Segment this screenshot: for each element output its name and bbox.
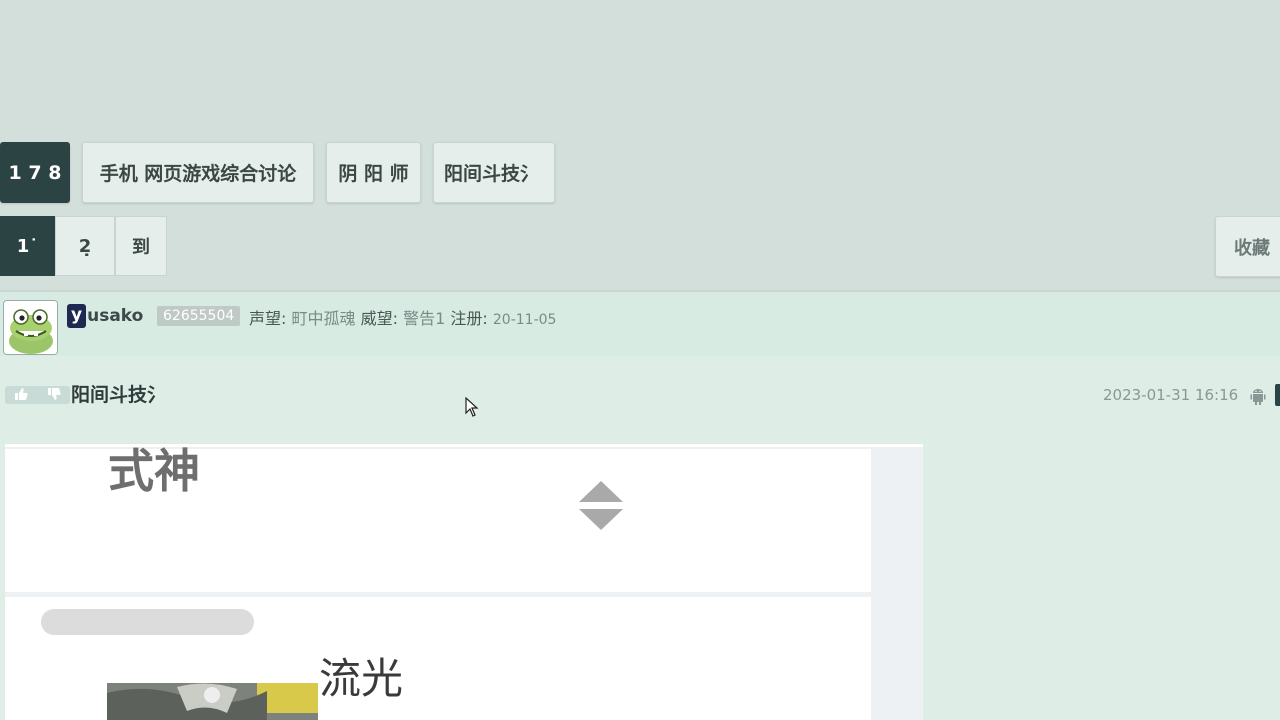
- image-character-thumbnail: [107, 683, 318, 720]
- frog-avatar-icon: [4, 301, 57, 354]
- goto-page-button[interactable]: 到: [115, 216, 167, 276]
- image-card-title: 流光: [319, 654, 404, 703]
- post-time: 2023-01-31 16:16: [1103, 386, 1239, 404]
- post-menu-button[interactable]: [1275, 384, 1280, 406]
- breadcrumb-home[interactable]: 1 7 8: [0, 142, 70, 203]
- prestige-label: 威望:: [360, 309, 399, 328]
- android-icon: [1249, 387, 1267, 405]
- image-top-panel: 式神: [5, 447, 871, 592]
- post: y usako 62655504 声望: 町中孤魂 威望: 警告1 注册: 20…: [0, 290, 1280, 720]
- reputation-value: 町中孤魂: [291, 309, 356, 328]
- reputation-label: 声望:: [249, 309, 287, 328]
- favorite-button[interactable]: 收藏: [1215, 216, 1280, 277]
- prestige-value: 警告1: [403, 309, 446, 328]
- thumbs-up-icon[interactable]: [14, 387, 28, 404]
- author-name[interactable]: y usako: [67, 304, 143, 328]
- register-label: 注册:: [450, 309, 488, 328]
- image-placeholder-bar: [41, 609, 254, 635]
- author-name-initial: y: [67, 304, 87, 328]
- page-current-button[interactable]: 1˙: [0, 216, 55, 276]
- mouse-cursor-icon: [465, 397, 479, 417]
- user-meta: 声望: 町中孤魂 威望: 警告1 注册: 20-11-05: [249, 305, 556, 329]
- user-info-bar: y usako 62655504 声望: 町中孤魂 威望: 警告1 注册: 20…: [0, 292, 1280, 356]
- register-value: 20-11-05: [492, 312, 557, 328]
- post-image[interactable]: 式神 流光: [5, 444, 923, 720]
- breadcrumb-thread[interactable]: 阳间斗技氵: [433, 142, 555, 203]
- user-id-badge: 62655504: [157, 306, 241, 326]
- breadcrumb-forum-category[interactable]: 手机 网页游戏综合讨论: [82, 142, 314, 203]
- avatar[interactable]: [3, 300, 58, 355]
- sort-arrows-icon: [579, 481, 623, 530]
- post-title: 阳间斗技氵: [71, 384, 167, 406]
- author-name-rest: usako: [87, 306, 144, 326]
- thumbs-down-icon[interactable]: [47, 387, 61, 404]
- vote-buttons: [5, 386, 70, 404]
- image-heading-text: 式神: [108, 444, 200, 498]
- breadcrumb-forum[interactable]: 阴 阳 师: [326, 142, 421, 203]
- page-2-button[interactable]: 2̣: [55, 216, 115, 276]
- image-bottom-panel: 流光: [5, 597, 871, 720]
